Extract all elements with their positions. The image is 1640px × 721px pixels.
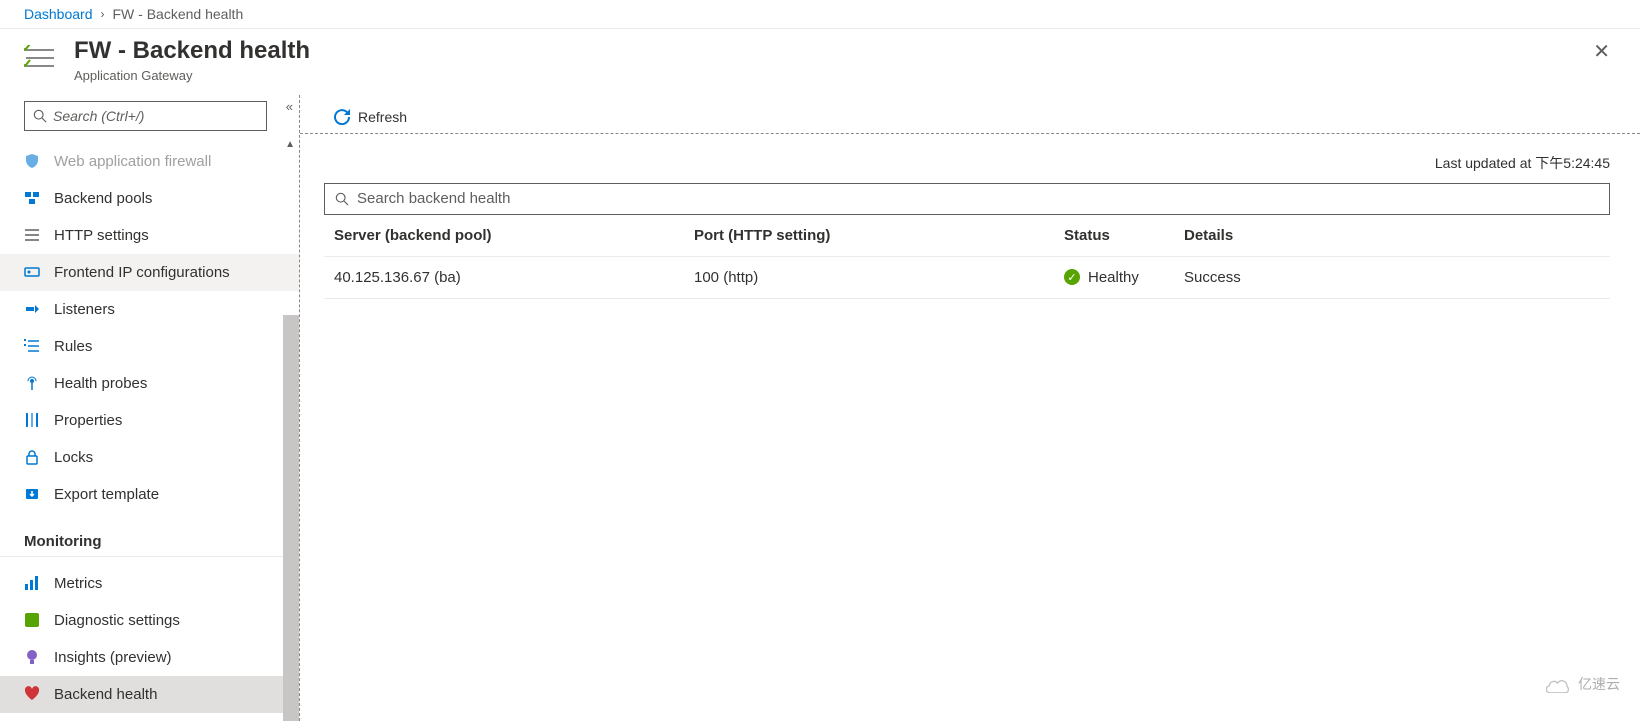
- sidebar-item-insights[interactable]: Insights (preview): [0, 639, 299, 676]
- sidebar: « ▲ Web application firewall Backend pool…: [0, 95, 300, 721]
- sidebar-search[interactable]: [24, 101, 267, 131]
- list-icon: [24, 227, 40, 243]
- pool-icon: [24, 190, 40, 206]
- sidebar-item-label: Backend health: [54, 686, 157, 703]
- sidebar-item-label: Export template: [54, 486, 159, 503]
- main-content: Refresh Last updated at 下午5:24:45 Server…: [300, 95, 1640, 721]
- sidebar-item-label: Web application firewall: [54, 153, 211, 170]
- sidebar-item-locks[interactable]: Locks: [0, 439, 299, 476]
- refresh-label: Refresh: [358, 109, 407, 125]
- sidebar-item-listeners[interactable]: Listeners: [0, 291, 299, 328]
- sidebar-item-export-template[interactable]: Export template: [0, 476, 299, 513]
- breadcrumb-root[interactable]: Dashboard: [24, 6, 93, 22]
- page-header: FW - Backend health Application Gateway …: [0, 29, 1640, 95]
- col-details[interactable]: Details: [1174, 215, 1610, 257]
- probe-icon: [24, 375, 40, 391]
- sidebar-item-backend-pools[interactable]: Backend pools: [0, 180, 299, 217]
- refresh-icon: [334, 109, 350, 125]
- sidebar-section-monitoring: Monitoring: [0, 513, 299, 557]
- metrics-icon: [24, 575, 40, 591]
- lock-icon: [24, 449, 40, 465]
- sidebar-item-properties[interactable]: Properties: [0, 402, 299, 439]
- insights-icon: [24, 649, 40, 665]
- sidebar-item-label: Health probes: [54, 375, 147, 392]
- sidebar-item-label: HTTP settings: [54, 227, 149, 244]
- search-icon: [335, 192, 349, 206]
- heart-icon: [24, 686, 40, 702]
- filter-box[interactable]: [324, 183, 1610, 215]
- chevron-right-icon: ›: [101, 7, 105, 21]
- cloud-icon: [1546, 675, 1574, 693]
- col-server[interactable]: Server (backend pool): [324, 215, 684, 257]
- listener-icon: [24, 301, 40, 317]
- shield-icon: [24, 153, 40, 169]
- cell-status: ✓Healthy: [1054, 256, 1174, 298]
- cell-details: Success: [1174, 256, 1610, 298]
- cell-port: 100 (http): [684, 256, 1054, 298]
- backend-health-table: Server (backend pool) Port (HTTP setting…: [324, 215, 1610, 299]
- sidebar-item-label: Properties: [54, 412, 122, 429]
- col-status[interactable]: Status: [1054, 215, 1174, 257]
- sidebar-item-label: Insights (preview): [54, 649, 172, 666]
- sidebar-item-health-probes[interactable]: Health probes: [0, 365, 299, 402]
- sidebar-item-backend-health[interactable]: Backend health: [0, 676, 299, 713]
- watermark: 亿速云: [1546, 674, 1620, 694]
- sidebar-item-label: Rules: [54, 338, 92, 355]
- scroll-up-icon[interactable]: ▲: [285, 139, 295, 150]
- filter-input[interactable]: [357, 190, 1599, 207]
- sidebar-item-label: Diagnostic settings: [54, 612, 180, 629]
- sidebar-item-label: Frontend IP configurations: [54, 264, 230, 281]
- status-ok-icon: ✓: [1064, 269, 1080, 285]
- close-icon[interactable]: ✕: [1593, 39, 1610, 64]
- sidebar-scrollbar[interactable]: [283, 315, 299, 721]
- search-input[interactable]: [53, 108, 258, 124]
- sidebar-item-rules[interactable]: Rules: [0, 328, 299, 365]
- resource-icon: [24, 45, 58, 74]
- rules-icon: [24, 338, 40, 354]
- sidebar-item-frontend-ip[interactable]: Frontend IP configurations: [0, 254, 299, 291]
- refresh-button[interactable]: Refresh: [324, 109, 1616, 139]
- search-icon: [33, 109, 47, 123]
- page-subtitle: Application Gateway: [74, 68, 310, 83]
- sidebar-item-metrics[interactable]: Metrics: [0, 565, 299, 602]
- export-icon: [24, 486, 40, 502]
- sidebar-item-http-settings[interactable]: HTTP settings: [0, 217, 299, 254]
- diagnostic-icon: [24, 612, 40, 628]
- table-row[interactable]: 40.125.136.67 (ba)100 (http)✓HealthySucc…: [324, 256, 1610, 298]
- sidebar-item-diagnostic[interactable]: Diagnostic settings: [0, 602, 299, 639]
- sidebar-item-label: Metrics: [54, 575, 102, 592]
- sidebar-item-label: Locks: [54, 449, 93, 466]
- properties-icon: [24, 412, 40, 428]
- page-title: FW - Backend health: [74, 37, 310, 66]
- cell-server: 40.125.136.67 (ba): [324, 256, 684, 298]
- ip-icon: [24, 264, 40, 280]
- sidebar-item-waf[interactable]: Web application firewall: [0, 143, 299, 180]
- sidebar-item-label: Backend pools: [54, 190, 152, 207]
- breadcrumb-current: FW - Backend health: [113, 6, 244, 22]
- last-updated: Last updated at 下午5:24:45: [324, 139, 1616, 183]
- sidebar-item-label: Listeners: [54, 301, 115, 318]
- breadcrumb: Dashboard › FW - Backend health: [0, 0, 1640, 29]
- col-port[interactable]: Port (HTTP setting): [684, 215, 1054, 257]
- collapse-sidebar-icon[interactable]: «: [286, 99, 293, 114]
